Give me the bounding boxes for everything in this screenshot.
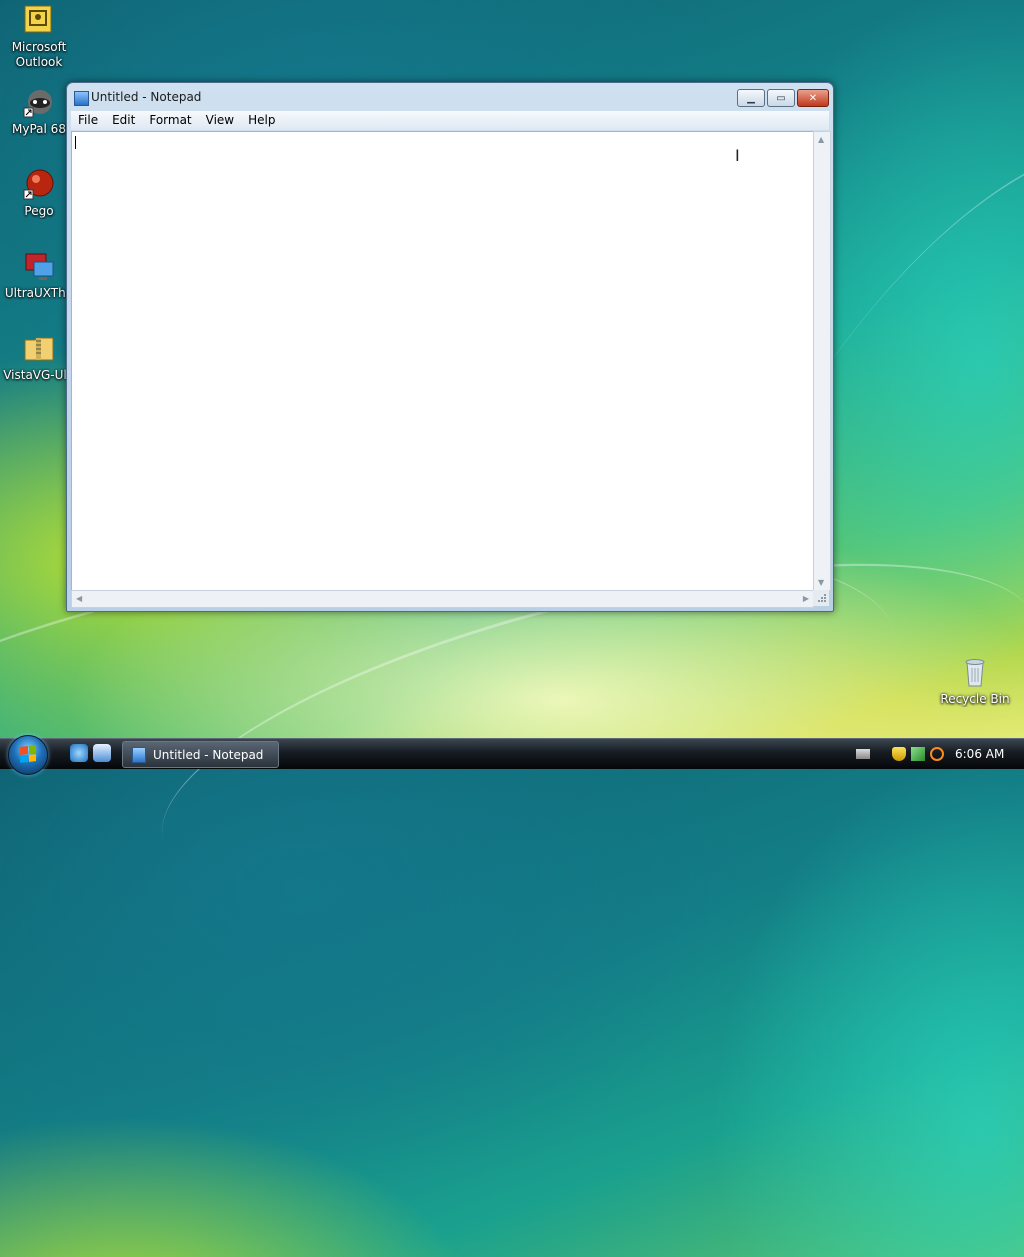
raccoon-icon xyxy=(23,86,55,118)
ultrauxtheme-icon xyxy=(23,250,55,282)
notepad-icon xyxy=(74,91,89,106)
start-button[interactable] xyxy=(8,735,48,775)
pego-icon xyxy=(23,168,55,200)
recycle-bin-icon xyxy=(959,656,991,688)
keyboard-icon[interactable] xyxy=(856,749,870,759)
menu-file[interactable]: File xyxy=(71,111,105,130)
taskbar-button-notepad[interactable]: Untitled - Notepad xyxy=(122,741,279,768)
maximize-button[interactable]: ▭ xyxy=(767,89,795,107)
resize-grip-icon[interactable] xyxy=(813,590,829,606)
desktop-icon-label: Recycle Bin xyxy=(940,692,1010,706)
notepad-icon xyxy=(132,746,146,763)
outlook-icon xyxy=(23,4,55,36)
minimize-button[interactable]: ▁ xyxy=(737,89,765,107)
scroll-right-icon[interactable]: ▶ xyxy=(803,594,809,603)
close-icon: ✕ xyxy=(808,92,818,104)
desktop-icon-label: Outlook xyxy=(15,55,63,69)
desktop-icon-outlook[interactable]: Microsoft Outlook xyxy=(1,4,77,70)
zip-folder-icon xyxy=(23,332,55,364)
switch-windows-icon[interactable] xyxy=(93,744,111,762)
minimize-icon: ▁ xyxy=(747,92,755,104)
taskbar-button-label: Untitled - Notepad xyxy=(153,747,264,762)
horizontal-scrollbar[interactable]: ◀ ▶ xyxy=(71,590,814,608)
menu-view[interactable]: View xyxy=(199,111,241,130)
text-editor[interactable]: I xyxy=(71,131,814,591)
menu-bar: File Edit Format View Help xyxy=(71,111,829,130)
desktop-icon-recycle-bin[interactable]: Recycle Bin xyxy=(937,656,1013,707)
notepad-window[interactable]: Untitled - Notepad ▁ ▭ ✕ File Edit Forma… xyxy=(66,82,834,612)
search-icon[interactable] xyxy=(930,747,944,761)
network-icon[interactable] xyxy=(911,747,925,761)
text-caret xyxy=(75,136,76,149)
scroll-up-icon[interactable]: ▲ xyxy=(818,135,824,144)
close-button[interactable]: ✕ xyxy=(797,89,829,107)
title-bar[interactable]: Untitled - Notepad ▁ ▭ ✕ xyxy=(67,83,833,111)
security-shield-icon[interactable] xyxy=(892,747,906,761)
internet-explorer-icon[interactable] xyxy=(70,744,88,762)
windows-logo-icon xyxy=(20,745,36,763)
window-title: Untitled - Notepad xyxy=(91,90,202,104)
vertical-scrollbar[interactable]: ▲ ▼ xyxy=(813,131,831,591)
taskbar: Untitled - Notepad 6:06 AM xyxy=(0,735,1024,775)
ibeam-cursor-icon: I xyxy=(735,146,740,165)
menu-help[interactable]: Help xyxy=(241,111,282,130)
scroll-down-icon[interactable]: ▼ xyxy=(818,578,824,587)
system-tray: 6:06 AM xyxy=(856,739,1024,769)
desktop-icon-label: Microsoft xyxy=(11,40,67,54)
menu-format[interactable]: Format xyxy=(142,111,198,130)
maximize-icon: ▭ xyxy=(776,92,786,104)
clock[interactable]: 6:06 AM xyxy=(955,747,1004,761)
scroll-left-icon[interactable]: ◀ xyxy=(76,594,82,603)
menu-edit[interactable]: Edit xyxy=(105,111,142,130)
